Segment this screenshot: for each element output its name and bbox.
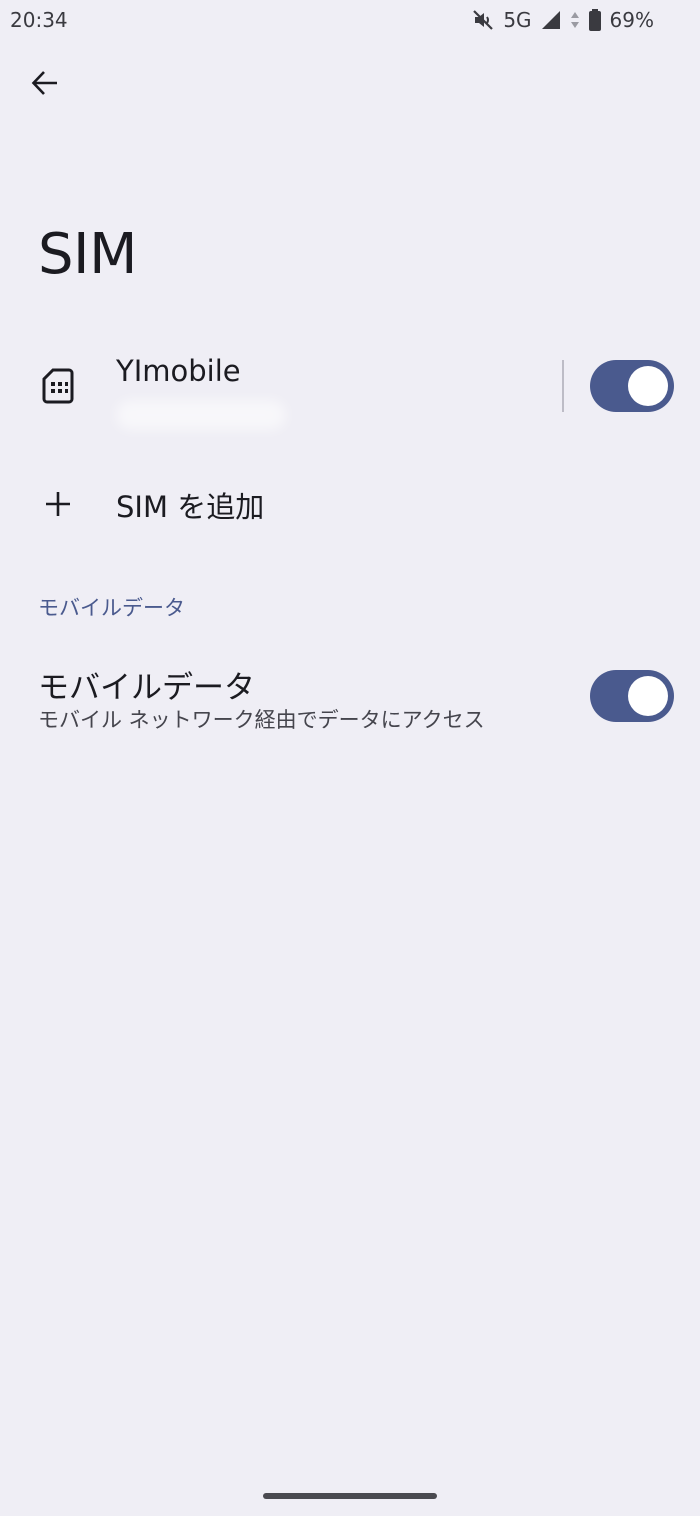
toggle-knob bbox=[628, 676, 668, 716]
mobile-data-row[interactable]: モバイルデータ モバイル ネットワーク経由でデータにアクセス bbox=[0, 650, 700, 746]
mobile-data-title: モバイルデータ bbox=[38, 670, 255, 706]
sim-name: YImobile bbox=[116, 354, 241, 388]
sim-card-icon bbox=[40, 366, 76, 406]
plus-icon bbox=[42, 488, 74, 520]
signal-icon bbox=[540, 9, 562, 31]
sim-number-redacted bbox=[116, 400, 286, 430]
battery-percent: 69% bbox=[609, 8, 654, 32]
network-type-label: 5G bbox=[503, 8, 532, 32]
battery-icon bbox=[588, 8, 602, 32]
mobile-data-subtitle: モバイル ネットワーク経由でデータにアクセス bbox=[38, 708, 485, 732]
status-icons: 5G 69% bbox=[471, 6, 654, 34]
add-sim-button[interactable]: SIM を追加 bbox=[0, 462, 700, 548]
vertical-divider bbox=[562, 360, 564, 412]
section-header-mobile-data: モバイルデータ bbox=[38, 596, 185, 620]
back-button[interactable] bbox=[22, 62, 68, 108]
mobile-data-toggle[interactable] bbox=[590, 670, 674, 722]
data-arrows-icon bbox=[570, 9, 580, 31]
mute-icon bbox=[471, 8, 495, 32]
status-time: 20:34 bbox=[10, 8, 68, 32]
sim-entry-details[interactable]: YImobile bbox=[0, 336, 560, 436]
toggle-knob bbox=[628, 366, 668, 406]
home-indicator[interactable] bbox=[263, 1493, 437, 1499]
add-sim-label: SIM を追加 bbox=[116, 490, 265, 524]
back-arrow-icon bbox=[30, 68, 60, 102]
status-bar: 20:34 5G 69% bbox=[0, 0, 700, 40]
page-title: SIM bbox=[38, 222, 137, 287]
sim-entry-row: YImobile bbox=[0, 336, 700, 436]
sim-enable-toggle[interactable] bbox=[590, 360, 674, 412]
